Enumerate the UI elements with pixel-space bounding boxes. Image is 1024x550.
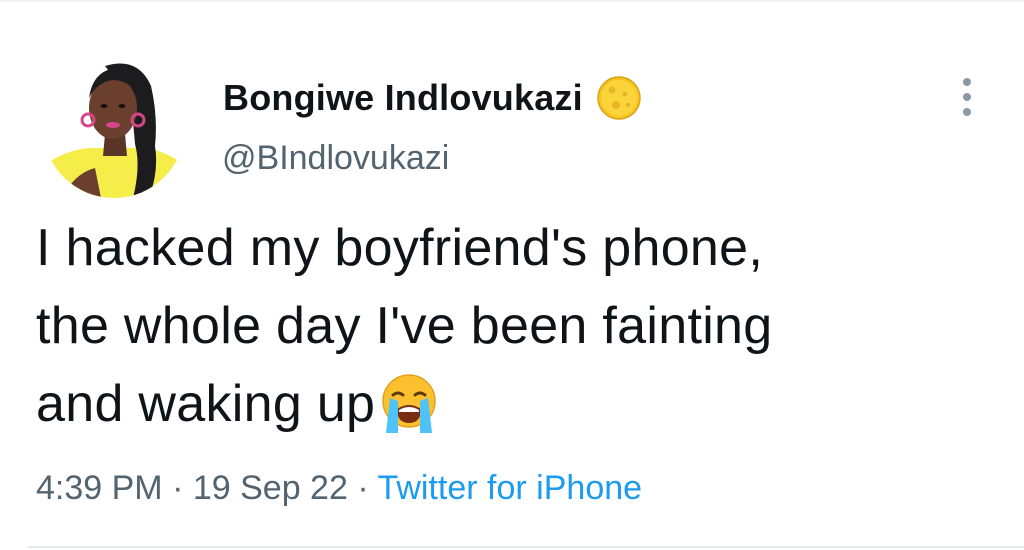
more-vertical-icon-dot xyxy=(963,108,971,116)
top-divider xyxy=(0,0,1024,2)
moon-emoji-icon xyxy=(597,76,641,120)
tweet-text-line-last: and waking up xyxy=(36,365,996,443)
tweet-date[interactable]: 19 Sep 22 xyxy=(193,469,348,507)
profile-photo-icon xyxy=(43,56,185,198)
more-options-button[interactable] xyxy=(950,74,984,120)
more-vertical-icon-dot xyxy=(963,93,971,101)
tweet-text-line: the whole day I've been fainting xyxy=(36,297,773,355)
loudly-crying-face-icon xyxy=(382,374,437,433)
tweet-text-line: I hacked my boyfriend's phone, xyxy=(36,219,764,277)
display-name[interactable]: Bongiwe Indlovukazi xyxy=(223,77,583,119)
avatar[interactable] xyxy=(43,56,185,198)
meta-separator: · xyxy=(347,469,378,507)
bottom-divider xyxy=(28,546,1024,548)
tweet-meta: 4:39 PM · 19 Sep 22 · Twitter for iPhone xyxy=(36,469,642,508)
author-name-row[interactable]: Bongiwe Indlovukazi xyxy=(223,73,643,123)
more-vertical-icon xyxy=(963,78,971,86)
tweet-card: Bongiwe Indlovukazi @BIndlovukazi I hack… xyxy=(0,0,1024,550)
tweet-text: I hacked my boyfriend's phone, the whole… xyxy=(36,209,996,443)
author-handle[interactable]: @BIndlovukazi xyxy=(222,139,449,178)
meta-separator: · xyxy=(162,469,193,507)
tweet-source-link[interactable]: Twitter for iPhone xyxy=(377,469,642,507)
tweet-time[interactable]: 4:39 PM xyxy=(36,469,163,507)
tweet-text-line: and waking up xyxy=(36,375,376,433)
